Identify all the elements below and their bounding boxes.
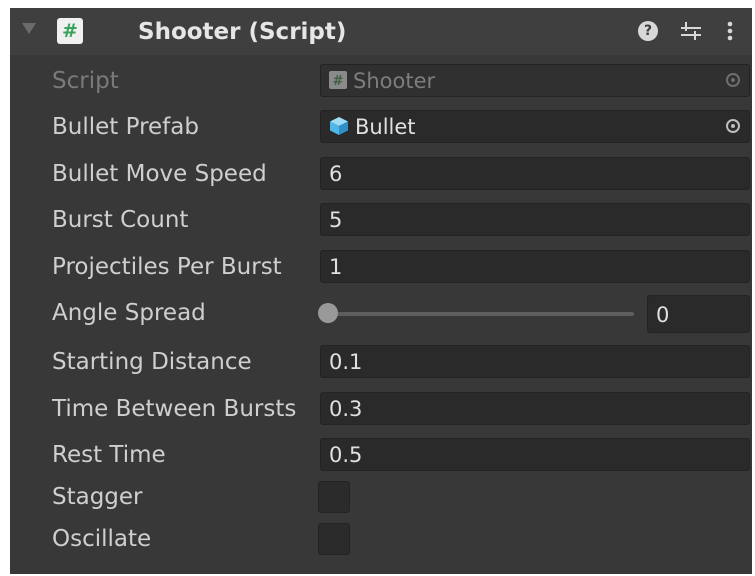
bullet-prefab-value: Bullet (355, 115, 416, 139)
burst-count-label: Burst Count (52, 207, 189, 233)
time-between-bursts-input[interactable]: 0.3 (320, 392, 750, 425)
angle-spread-slider-track[interactable] (328, 312, 634, 316)
bullet-prefab-label: Bullet Prefab (52, 114, 199, 140)
object-picker-icon (726, 73, 740, 87)
starting-distance-label: Starting Distance (52, 349, 252, 375)
component-header[interactable]: # Shooter (Script) ? (10, 8, 752, 55)
inspector-component-panel: # Shooter (Script) ? Script # Shooter Bu… (10, 8, 752, 574)
component-title: Shooter (Script) (138, 19, 347, 45)
script-object-value: Shooter (353, 69, 436, 93)
stagger-label: Stagger (52, 484, 143, 510)
foldout-arrow-icon[interactable] (22, 23, 36, 34)
object-picker-icon[interactable] (726, 119, 740, 133)
svg-text:#: # (333, 74, 344, 89)
bullet-move-speed-label: Bullet Move Speed (52, 161, 267, 187)
angle-spread-input[interactable]: 0 (647, 295, 750, 333)
time-between-bursts-label: Time Between Bursts (52, 396, 297, 422)
stagger-checkbox[interactable] (318, 481, 350, 513)
help-icon[interactable]: ? (638, 21, 658, 41)
angle-spread-slider-knob[interactable] (318, 303, 338, 323)
starting-distance-input[interactable]: 0.1 (320, 345, 750, 378)
bullet-move-speed-input[interactable]: 6 (320, 157, 750, 190)
script-object-field: # Shooter (320, 64, 750, 97)
rest-time-label: Rest Time (52, 442, 166, 468)
burst-count-input[interactable]: 5 (320, 203, 750, 236)
projectiles-per-burst-label: Projectiles Per Burst (52, 254, 282, 280)
rest-time-input[interactable]: 0.5 (320, 438, 750, 471)
oscillate-label: Oscillate (52, 526, 152, 552)
script-label: Script (52, 68, 119, 94)
projectiles-per-burst-input[interactable]: 1 (320, 250, 750, 283)
oscillate-checkbox[interactable] (318, 523, 350, 555)
angle-spread-label: Angle Spread (52, 300, 206, 326)
script-icon: # (57, 18, 83, 44)
bullet-prefab-field[interactable]: Bullet (320, 110, 750, 143)
prefab-cube-icon (330, 117, 348, 135)
script-asset-icon: # (329, 71, 347, 89)
presets-icon[interactable] (680, 19, 702, 43)
menu-icon[interactable] (726, 19, 734, 43)
